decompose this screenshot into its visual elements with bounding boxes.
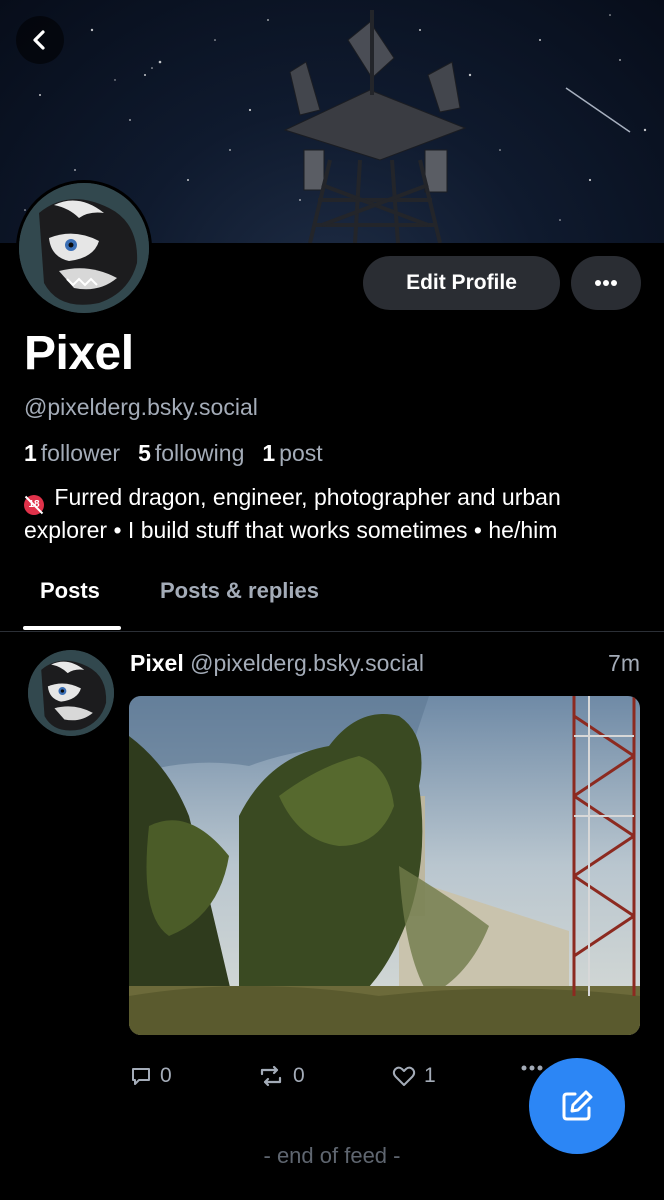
post-actions: 0 0 1 (130, 1064, 550, 1094)
profile-handle: @pixelderg.bsky.social (24, 394, 258, 420)
post-timestamp[interactable]: 7m (608, 650, 640, 677)
like-button[interactable]: 1 (392, 1064, 436, 1088)
posts-stat: 1 post (262, 440, 322, 467)
no-under-18-icon: 18 (24, 495, 44, 515)
followers-label: follower (40, 440, 121, 466)
post-author-handle[interactable]: @pixelderg.bsky.social (190, 650, 424, 676)
like-count: 1 (424, 1064, 436, 1087)
post-author-avatar[interactable] (28, 650, 114, 736)
repost-arrows-icon (260, 1065, 282, 1087)
dragon-avatar-image (19, 183, 149, 313)
active-tab-indicator (23, 626, 121, 630)
heart-icon (392, 1066, 416, 1086)
end-of-feed-label: - end of feed - (263, 1143, 401, 1168)
following-stat[interactable]: 5 following (138, 440, 244, 467)
pencil-square-icon (562, 1090, 593, 1121)
profile-stats: 1 follower 5 following 1 post (24, 440, 323, 467)
posts-label: post (279, 440, 323, 466)
more-options-button[interactable] (571, 256, 641, 310)
compose-post-button[interactable] (529, 1058, 625, 1154)
profile-tabs: Posts Posts & replies (0, 560, 664, 632)
post-author-name[interactable]: Pixel (130, 650, 184, 676)
profile-bio: 18 Furred dragon, engineer, photographer… (24, 482, 644, 545)
reply-button[interactable]: 0 (130, 1064, 172, 1088)
profile-avatar[interactable] (16, 180, 152, 316)
display-name: Pixel (24, 327, 134, 380)
post-header: Pixel @pixelderg.bsky.social 7m (130, 650, 640, 677)
chevron-left-icon (33, 30, 45, 50)
overgrown-building-photo (129, 696, 640, 1035)
repost-count: 0 (293, 1064, 305, 1087)
edit-profile-button[interactable]: Edit Profile (363, 256, 560, 310)
repost-button[interactable]: 0 (257, 1064, 305, 1088)
reply-count: 0 (160, 1064, 172, 1087)
following-label: following (154, 440, 245, 466)
tab-posts[interactable]: Posts (40, 578, 100, 604)
speech-bubble-icon (132, 1068, 150, 1085)
back-button[interactable] (16, 16, 64, 64)
dragon-avatar-image (28, 650, 114, 736)
post-more-button[interactable] (520, 1064, 544, 1072)
posts-count: 1 (262, 440, 276, 466)
ellipsis-icon (521, 1065, 543, 1071)
tab-posts-and-replies[interactable]: Posts & replies (160, 578, 319, 604)
following-count: 5 (138, 440, 151, 466)
ellipsis-icon (595, 280, 617, 286)
followers-stat[interactable]: 1 follower (24, 440, 120, 467)
followers-count: 1 (24, 440, 37, 466)
post-image[interactable] (129, 696, 640, 1035)
bio-text: Furred dragon, engineer, photographer an… (24, 484, 561, 543)
